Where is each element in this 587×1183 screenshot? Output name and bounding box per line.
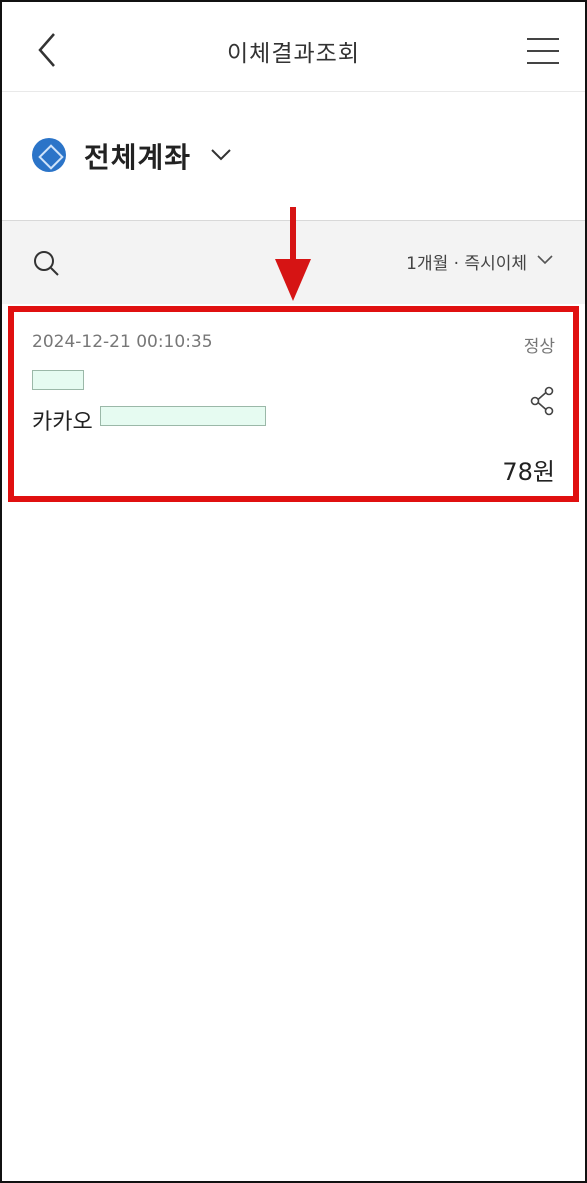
account-name[interactable]: 전체계좌 bbox=[84, 136, 191, 176]
page-title: 이체결과조회 bbox=[227, 41, 360, 67]
filter-summary[interactable]: 1개월 · 즉시이체 bbox=[406, 249, 527, 274]
search-icon[interactable] bbox=[32, 249, 60, 277]
recipient-bank: 카카오 bbox=[32, 410, 93, 435]
annotation-arrow bbox=[275, 207, 311, 301]
transaction-card[interactable]: 2024-12-21 00:10:35 정상 카카오 78원 bbox=[8, 306, 579, 502]
transaction-datetime: 2024-12-21 00:10:35 bbox=[32, 332, 213, 352]
transaction-amount: 78원 bbox=[502, 458, 555, 486]
redacted-recipient-name bbox=[32, 370, 84, 390]
account-selector[interactable]: 전체계좌 bbox=[2, 92, 585, 220]
share-icon[interactable] bbox=[529, 386, 555, 416]
top-app-bar: 이체결과조회 bbox=[2, 2, 585, 92]
bank-logo-icon bbox=[32, 138, 66, 172]
chevron-down-icon[interactable] bbox=[210, 148, 232, 162]
hamburger-menu-icon[interactable] bbox=[527, 38, 559, 64]
redacted-account-number bbox=[100, 406, 266, 426]
status-badge: 정상 bbox=[523, 337, 555, 357]
chevron-down-icon[interactable] bbox=[537, 255, 553, 265]
